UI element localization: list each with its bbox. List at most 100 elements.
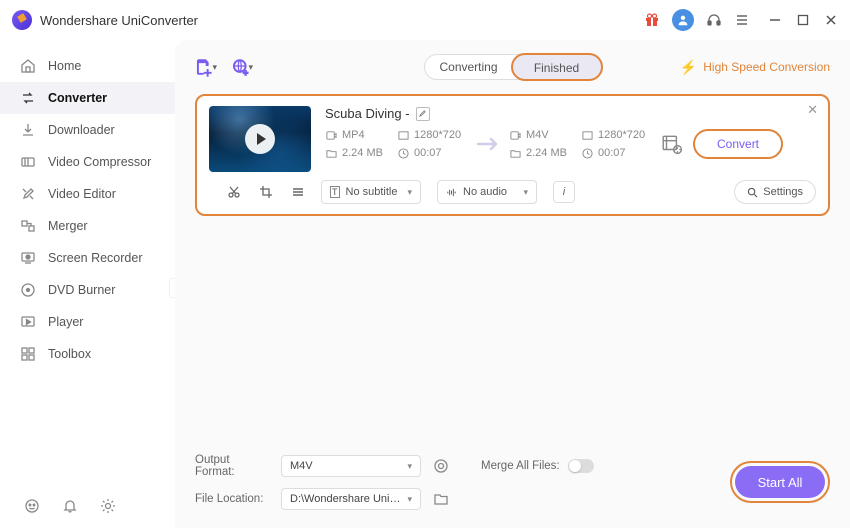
card-close-button[interactable]: ✕ (807, 102, 818, 118)
burner-icon (20, 282, 36, 298)
dst-size: 2.24 MB (526, 147, 567, 159)
compressor-icon (20, 154, 36, 170)
clock-icon (581, 147, 593, 159)
sidebar-item-label: Converter (48, 91, 107, 105)
minimize-button[interactable] (768, 13, 782, 27)
file-location-select[interactable]: D:\Wondershare UniConverter ▾ (281, 488, 421, 510)
home-icon (20, 58, 36, 74)
video-thumbnail[interactable] (209, 106, 311, 172)
gear-icon[interactable] (100, 498, 116, 514)
tab-finished[interactable]: Finished (511, 53, 603, 81)
sidebar-item-label: Video Editor (48, 187, 116, 201)
folder-icon (325, 147, 337, 159)
audio-select[interactable]: No audio ▾ (437, 180, 537, 204)
sidebar-item-converter[interactable]: Converter (0, 82, 175, 114)
downloader-icon (20, 122, 36, 138)
titlebar: Wondershare UniConverter (0, 0, 850, 40)
sidebar-item-label: Video Compressor (48, 155, 151, 169)
sidebar-item-player[interactable]: Player (0, 306, 175, 338)
clock-icon (397, 147, 409, 159)
open-folder-icon[interactable] (433, 491, 449, 507)
editor-icon (20, 186, 36, 202)
dst-duration: 00:07 (598, 147, 626, 159)
sidebar-item-label: Player (48, 315, 83, 329)
subtitle-icon: T (330, 186, 340, 198)
chevron-down-icon: ▾ (407, 494, 412, 505)
maximize-button[interactable] (796, 13, 810, 27)
audio-icon (446, 187, 457, 198)
subtitle-value: No subtitle (346, 186, 398, 198)
sidebar-item-label: Home (48, 59, 81, 73)
merge-label: Merge All Files: (481, 460, 560, 472)
crop-icon[interactable] (259, 185, 273, 199)
file-location-label: File Location: (195, 493, 269, 505)
close-button[interactable] (824, 13, 838, 27)
dimensions-icon (397, 129, 409, 141)
sidebar-item-burner[interactable]: DVD Burner (0, 274, 175, 306)
chevron-down-icon: ▾ (407, 461, 412, 472)
search-settings-icon (747, 187, 758, 198)
recorder-icon (20, 250, 36, 266)
toolbox-icon (20, 346, 36, 362)
tabs: Converting Finished (424, 54, 602, 80)
chevron-down-icon: ▾ (212, 62, 217, 73)
sidebar-item-merger[interactable]: Merger (0, 210, 175, 242)
merge-toggle[interactable] (568, 459, 594, 473)
add-file-button[interactable]: ▾ (195, 56, 217, 78)
output-settings-icon[interactable] (661, 133, 683, 155)
footer: Output Format: M4V ▾ Merge All Files: Fi… (175, 454, 850, 528)
start-all-wrap: Start All (730, 461, 830, 503)
edit-name-icon[interactable] (416, 107, 430, 121)
more-icon[interactable] (291, 185, 305, 199)
sidebar-item-label: Downloader (48, 123, 115, 137)
sidebar-item-downloader[interactable]: Downloader (0, 114, 175, 146)
high-speed-conversion-button[interactable]: ⚡ High Speed Conversion (680, 59, 830, 76)
file-name: Scuba Diving - (325, 106, 410, 121)
play-icon (245, 124, 275, 154)
sidebar-item-compressor[interactable]: Video Compressor (0, 146, 175, 178)
src-format: MP4 (342, 129, 365, 141)
high-speed-label: High Speed Conversion (703, 60, 830, 74)
start-all-button[interactable]: Start All (735, 466, 825, 498)
headset-icon[interactable] (706, 12, 722, 28)
convert-button[interactable]: Convert (693, 129, 783, 159)
bell-icon[interactable] (62, 498, 78, 514)
audio-value: No audio (463, 186, 507, 198)
output-format-value: M4V (290, 460, 313, 472)
player-icon (20, 314, 36, 330)
src-duration: 00:07 (414, 147, 442, 159)
user-avatar-icon[interactable] (672, 9, 694, 31)
sidebar-item-toolbox[interactable]: Toolbox (0, 338, 175, 370)
gift-icon[interactable] (644, 12, 660, 28)
dst-format: M4V (526, 129, 549, 141)
chevron-down-icon: ▾ (407, 187, 412, 198)
video-icon (509, 129, 521, 141)
trim-icon[interactable] (227, 185, 241, 199)
subtitle-select[interactable]: T No subtitle ▾ (321, 180, 421, 204)
arrow-icon (469, 134, 509, 154)
settings-label: Settings (763, 186, 803, 198)
folder-icon (509, 147, 521, 159)
tab-converting[interactable]: Converting (425, 55, 513, 79)
output-format-select[interactable]: M4V ▾ (281, 455, 421, 477)
sidebar-item-home[interactable]: Home (0, 50, 175, 82)
src-size: 2.24 MB (342, 147, 383, 159)
bolt-icon: ⚡ (680, 59, 697, 76)
settings-button[interactable]: Settings (734, 180, 816, 204)
sidebar-item-label: Merger (48, 219, 88, 233)
add-url-button[interactable]: ▾ (231, 56, 253, 78)
info-button[interactable]: i (553, 181, 575, 203)
file-location-value: D:\Wondershare UniConverter (290, 493, 407, 505)
main-panel: ▾ ▾ Converting Finished ⚡ High Speed Con… (175, 40, 850, 528)
feedback-icon[interactable] (24, 498, 40, 514)
app-title: Wondershare UniConverter (40, 13, 198, 28)
menu-icon[interactable] (734, 12, 750, 28)
dimensions-icon (581, 129, 593, 141)
sidebar-item-label: Toolbox (48, 347, 91, 361)
app-logo (12, 10, 32, 30)
chevron-down-icon: ▾ (523, 187, 528, 198)
sidebar-item-editor[interactable]: Video Editor (0, 178, 175, 210)
output-format-label: Output Format: (195, 454, 269, 478)
output-settings-icon[interactable] (433, 458, 449, 474)
sidebar-item-recorder[interactable]: Screen Recorder (0, 242, 175, 274)
